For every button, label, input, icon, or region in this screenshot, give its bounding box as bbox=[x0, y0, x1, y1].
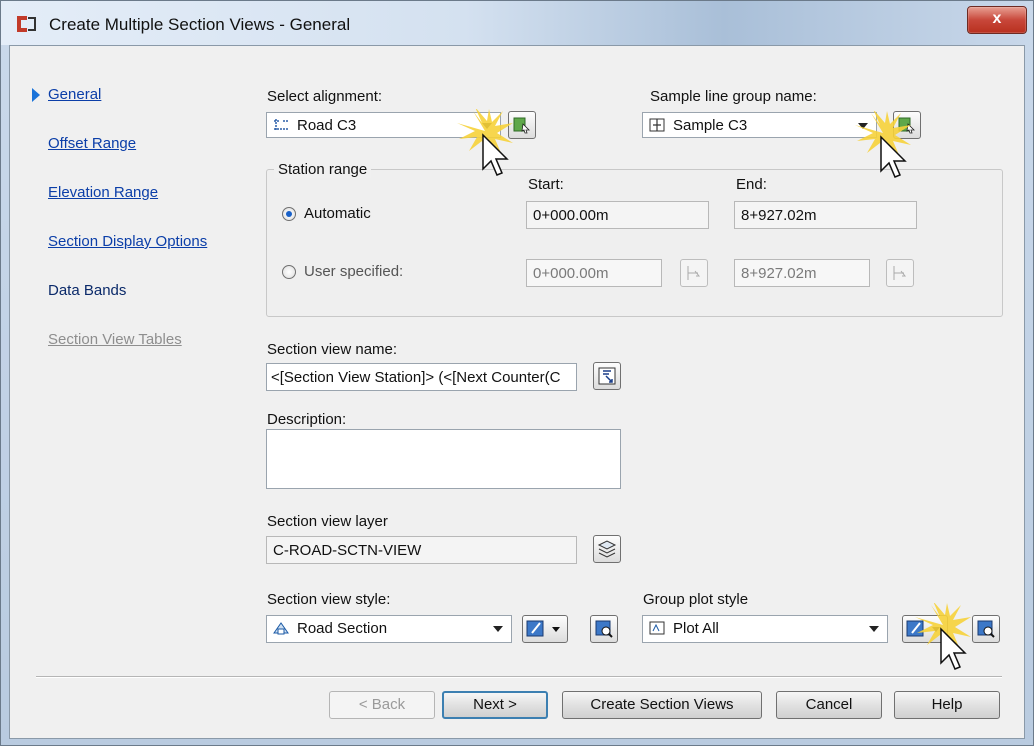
nav-item-section-view-tables: Section View Tables bbox=[48, 331, 182, 348]
section-view-style-value: Road Section bbox=[297, 620, 388, 637]
auto-end-station-field: 8+927.02m bbox=[734, 201, 917, 229]
user-specified-radio[interactable] bbox=[282, 265, 296, 279]
description-label: Description: bbox=[267, 411, 347, 428]
nav-item-data-bands[interactable]: Data Bands bbox=[48, 282, 126, 299]
nav-item-offset-range[interactable]: Offset Range bbox=[48, 135, 136, 152]
selected-page-arrow-icon bbox=[32, 88, 40, 102]
civil3d-app-icon bbox=[17, 16, 36, 32]
back-button: < Back bbox=[329, 691, 435, 719]
pick-end-station-button bbox=[886, 259, 914, 287]
section-view-style-icon bbox=[273, 622, 289, 635]
group-plot-style-combobox[interactable]: Plot All bbox=[642, 615, 888, 643]
user-start-station-field[interactable]: 0+000.00m bbox=[526, 259, 662, 287]
dialog-window: Create Multiple Section Views - General … bbox=[0, 0, 1034, 746]
automatic-radio[interactable] bbox=[282, 207, 296, 221]
user-end-station-field[interactable]: 8+927.02m bbox=[734, 259, 870, 287]
start-label: Start: bbox=[528, 176, 564, 193]
station-range-group bbox=[266, 169, 1003, 317]
layer-button[interactable] bbox=[593, 535, 621, 563]
click-cursor-icon bbox=[457, 109, 513, 176]
group-plot-style-icon bbox=[649, 621, 665, 635]
close-button[interactable]: x bbox=[967, 6, 1027, 34]
group-plot-style-preview-button[interactable] bbox=[972, 615, 1000, 643]
edit-style-icon bbox=[526, 620, 560, 637]
automatic-label[interactable]: Automatic bbox=[304, 205, 371, 222]
alignment-icon bbox=[274, 119, 288, 131]
edit-name-template-button[interactable] bbox=[593, 362, 621, 390]
section-view-style-edit-button[interactable] bbox=[522, 615, 568, 643]
window-title: Create Multiple Section Views - General bbox=[49, 15, 351, 34]
preview-icon bbox=[977, 620, 995, 638]
section-view-layer-label: Section view layer bbox=[267, 513, 388, 530]
help-button[interactable]: Help bbox=[894, 691, 1000, 719]
section-view-name-label: Section view name: bbox=[267, 341, 398, 358]
section-view-style-combobox[interactable]: Road Section bbox=[266, 615, 512, 643]
layers-icon bbox=[597, 540, 617, 558]
cancel-button[interactable]: Cancel bbox=[776, 691, 882, 719]
name-template-icon bbox=[598, 367, 616, 385]
button-separator bbox=[36, 676, 1002, 678]
sample-line-group-value: Sample C3 bbox=[673, 117, 748, 134]
nav-item-section-display-options[interactable]: Section Display Options bbox=[48, 233, 207, 250]
click-cursor-icon bbox=[915, 603, 971, 670]
alignment-value: Road C3 bbox=[297, 117, 357, 134]
create-section-views-button[interactable]: Create Section Views bbox=[562, 691, 762, 719]
auto-start-station-field: 0+000.00m bbox=[526, 201, 709, 229]
nav-item-general[interactable]: General bbox=[48, 86, 101, 103]
sample-line-icon bbox=[649, 118, 665, 132]
chevron-down-icon[interactable] bbox=[869, 626, 879, 632]
section-view-layer-field: C-ROAD-SCTN-VIEW bbox=[266, 536, 577, 564]
section-view-style-preview-button[interactable] bbox=[590, 615, 618, 643]
pick-start-station-button bbox=[680, 259, 708, 287]
sample-line-group-combobox[interactable]: Sample C3 bbox=[642, 112, 877, 138]
alignment-label: Select alignment: bbox=[267, 88, 383, 105]
end-label: End: bbox=[736, 176, 767, 193]
pick-station-icon bbox=[893, 266, 907, 280]
preview-icon bbox=[595, 620, 613, 638]
click-cursor-icon bbox=[855, 111, 911, 178]
section-view-style-label: Section view style: bbox=[267, 591, 391, 608]
chevron-down-icon[interactable] bbox=[493, 626, 503, 632]
station-range-title: Station range bbox=[274, 161, 372, 178]
pick-station-icon bbox=[687, 266, 701, 280]
sample-line-group-label: Sample line group name: bbox=[650, 88, 817, 105]
section-view-name-input[interactable]: <[Section View Station]> (<[Next Counter… bbox=[266, 363, 577, 391]
nav-item-elevation-range[interactable]: Elevation Range bbox=[48, 184, 158, 201]
group-plot-style-label: Group plot style bbox=[643, 591, 749, 608]
next-button[interactable]: Next > bbox=[442, 691, 548, 719]
group-plot-style-value: Plot All bbox=[673, 620, 719, 637]
description-textarea[interactable] bbox=[266, 429, 621, 489]
user-specified-label[interactable]: User specified: bbox=[304, 263, 403, 280]
title-bar[interactable]: Create Multiple Section Views - General … bbox=[1, 1, 1033, 45]
